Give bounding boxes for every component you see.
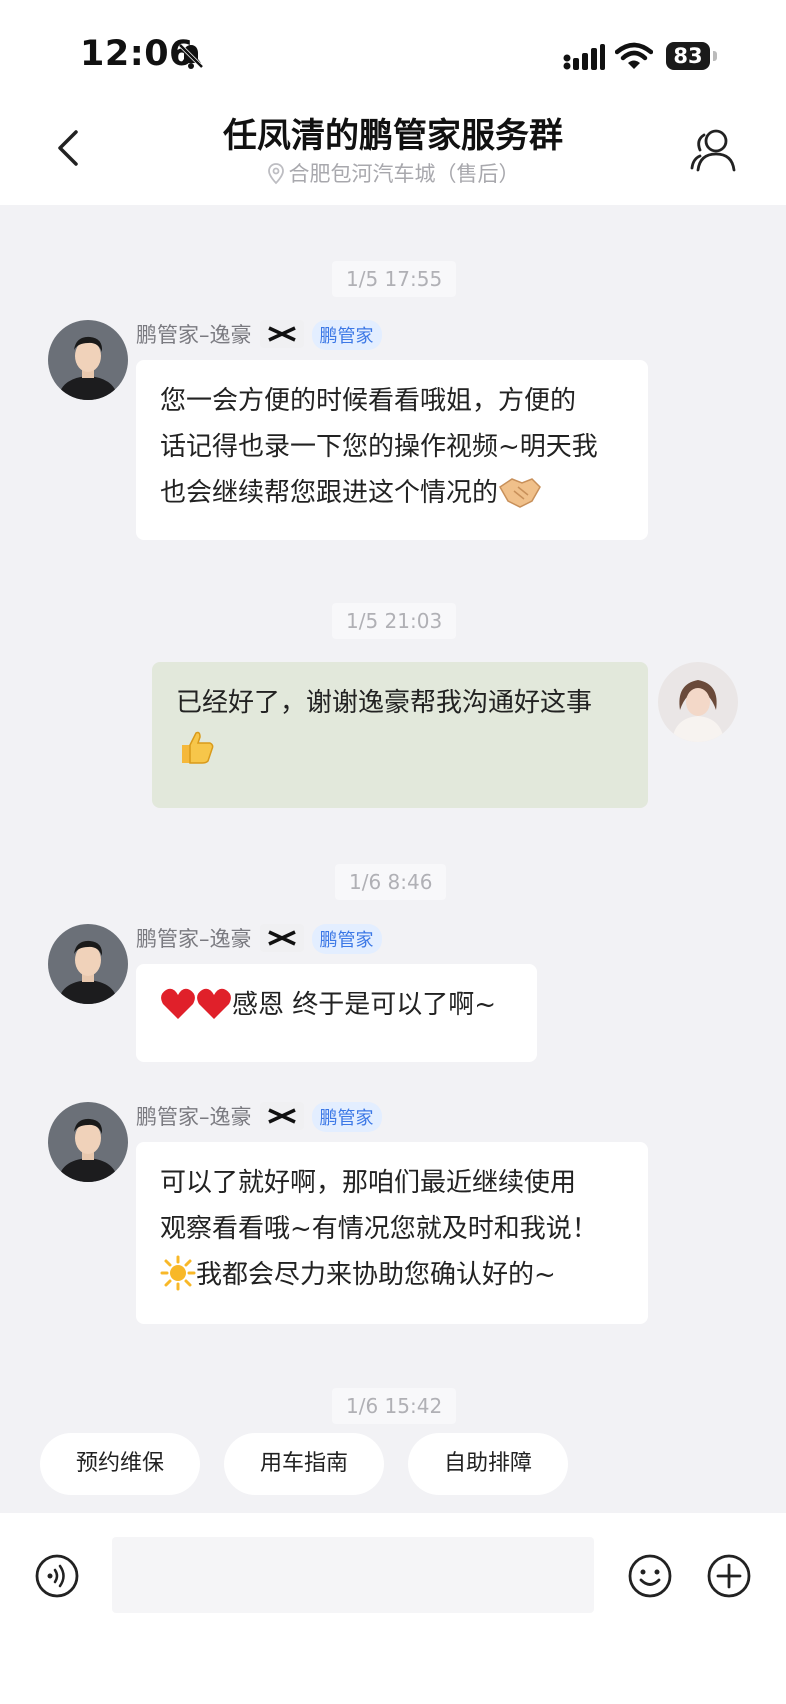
xpeng-logo-icon (259, 924, 304, 952)
message-line: 已经好了，谢谢逸豪帮我沟通好这事 (176, 688, 593, 718)
emoji-picker-icon[interactable] (627, 1553, 673, 1603)
quick-action-troubleshoot[interactable]: 自助排障 (408, 1433, 568, 1495)
handshake-emoji-icon (498, 473, 542, 524)
xpeng-logo-icon (259, 320, 304, 348)
message-line: 观察看看哦~有情况您就及时和我说！ (160, 1214, 598, 1244)
message-bubble[interactable]: 可以了就好啊，那咱们最近继续使用 观察看看哦~有情况您就及时和我说！ 我都会尽力… (136, 1142, 648, 1324)
heart-emoji-icon (160, 987, 196, 1036)
message-line: 可以了就好啊，那咱们最近继续使用 (160, 1168, 577, 1198)
message-line-last: 我都会尽力来协助您确认好的~ (160, 1252, 624, 1306)
mute-bell-icon (177, 42, 205, 74)
avatar-agent[interactable] (48, 924, 128, 1004)
message-line: 话记得也录一下您的操作视频~明天我 (160, 432, 598, 462)
input-bar (0, 1513, 786, 1704)
avatar-agent[interactable] (48, 1102, 128, 1182)
wifi-icon (614, 42, 654, 74)
message-line-last: 也会继续帮您跟进这个情况的 (160, 470, 624, 524)
avatar-agent[interactable] (48, 320, 128, 400)
quick-action-guide[interactable]: 用车指南 (224, 1433, 384, 1495)
xpeng-logo-icon (259, 1102, 304, 1130)
quick-action-maintenance[interactable]: 预约维保 (40, 1433, 200, 1495)
more-options-icon[interactable] (706, 1553, 752, 1603)
sender-name: 鹏管家–逸豪 (136, 323, 252, 347)
message-bubble-self[interactable]: 已经好了，谢谢逸豪帮我沟通好这事 (152, 662, 648, 808)
chat-title: 任凤清的鹏管家服务群 (223, 116, 563, 156)
message-text: 我都会尽力来协助您确认好的~ (196, 1260, 556, 1290)
avatar-self[interactable] (658, 662, 738, 742)
timestamp: 1/6 8:46 (335, 864, 447, 900)
role-badge: 鹏管家 (311, 1102, 382, 1132)
sender-row: 鹏管家–逸豪 鹏管家 (136, 319, 382, 350)
sender-name: 鹏管家–逸豪 (136, 1105, 252, 1129)
message-bubble[interactable]: 感恩 终于是可以了啊~ (136, 964, 537, 1062)
message-text: 感恩 终于是可以了啊~ (232, 990, 497, 1020)
battery-tip (713, 51, 717, 61)
timestamp: 1/6 15:42 (332, 1388, 457, 1424)
message-text: 也会继续帮您跟进这个情况的 (160, 478, 499, 508)
battery-indicator: 83 (666, 42, 710, 70)
role-badge: 鹏管家 (311, 320, 382, 350)
sun-emoji-icon (160, 1255, 196, 1306)
message-input[interactable] (112, 1537, 594, 1613)
role-badge: 鹏管家 (311, 924, 382, 954)
chat-subtitle: 合肥包河汽车城（售后） (0, 158, 786, 190)
thumbs-up-emoji-icon (176, 726, 624, 772)
sender-row: 鹏管家–逸豪 鹏管家 (136, 923, 382, 954)
cellular-signal-icon (563, 44, 605, 74)
timestamp: 1/5 21:03 (332, 603, 457, 639)
timestamp: 1/5 17:55 (332, 261, 457, 297)
sender-name: 鹏管家–逸豪 (136, 927, 252, 951)
message-line: 感恩 终于是可以了啊~ (160, 982, 513, 1036)
message-line: 您一会方便的时候看看哦姐，方便的 (160, 386, 577, 416)
heart-emoji-icon (196, 987, 232, 1036)
location-text: 合肥包河汽车城（售后） (288, 162, 520, 186)
group-members-icon[interactable] (690, 128, 738, 178)
top-bar: 12:06 83 任凤清的鹏管家服务群 合肥包河汽车城（售后） (0, 0, 786, 205)
location-pin-icon (267, 163, 285, 190)
chat-area[interactable]: 1/5 17:55 鹏管家–逸豪 鹏管家 您一会方便的时候看看哦姐，方便的 话记得… (0, 205, 786, 1513)
voice-input-icon[interactable] (34, 1553, 80, 1603)
message-bubble[interactable]: 您一会方便的时候看看哦姐，方便的 话记得也录一下您的操作视频~明天我 也会继续帮… (136, 360, 648, 540)
sender-row: 鹏管家–逸豪 鹏管家 (136, 1101, 382, 1132)
